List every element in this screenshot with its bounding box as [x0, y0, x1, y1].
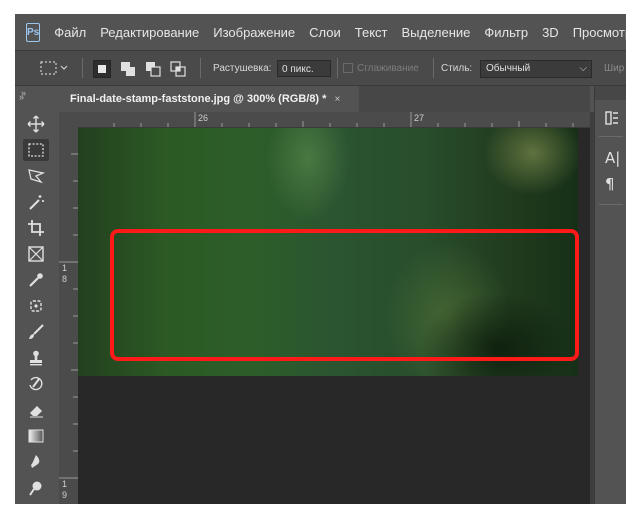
gradient-tool[interactable] — [23, 425, 49, 447]
healing-brush-icon — [30, 300, 42, 312]
photoshop-logo-icon: Ps — [26, 22, 41, 42]
history-panel-glyph — [605, 111, 618, 125]
add-selection-icon — [121, 62, 135, 76]
rect-marquee-icon — [28, 143, 44, 157]
ruler-vertical-ticks — [59, 153, 78, 479]
smudge-tool[interactable] — [23, 451, 49, 473]
ruler-label: 8 — [62, 274, 68, 284]
options-separator — [82, 58, 83, 78]
ruler-origin[interactable] — [59, 112, 78, 127]
collapse-arrows-icon[interactable]: » — [19, 92, 24, 102]
options-bar: Растушевка: 0 пикс. Сглаживание Стиль: О… — [15, 50, 626, 86]
tool-preset-picker[interactable] — [39, 51, 69, 85]
ruler-horizontal[interactable]: 26 27 — [78, 112, 590, 128]
paragraph-icon[interactable]: ¶ — [605, 175, 615, 193]
width-label-truncated: Шир — [604, 62, 625, 74]
tools-panel: » — [15, 86, 60, 504]
rect-marquee-tool[interactable] — [23, 139, 49, 161]
options-separator — [200, 58, 201, 78]
panel-separator — [599, 204, 623, 205]
brush-icon — [29, 324, 44, 339]
menu-select[interactable]: Выделение — [395, 25, 478, 40]
chevron-down-icon: ⌵ — [579, 63, 587, 74]
ruler-label: 27 — [414, 113, 425, 123]
style-label: Стиль: — [441, 62, 473, 74]
antialias-checkbox-box — [343, 63, 353, 73]
feather-input[interactable]: 0 пикс. — [277, 60, 331, 77]
menu-type[interactable]: Текст — [348, 25, 395, 40]
antialias-checkbox[interactable]: Сглаживание — [343, 51, 419, 85]
ruler-label: 26 — [198, 113, 209, 123]
ruler-label: 1 — [62, 479, 68, 489]
magic-wand-icon — [29, 195, 44, 210]
menu-3d[interactable]: 3D — [535, 25, 566, 40]
right-panel-strip: A| ¶ — [594, 86, 626, 504]
eraser-icon — [30, 406, 43, 418]
menu-file[interactable]: Файл — [47, 25, 93, 40]
new-selection-icon — [98, 65, 106, 73]
menu-view[interactable]: Просмотр — [566, 25, 626, 40]
ruler-vertical[interactable]: 1 8 1 9 — [59, 127, 79, 504]
options-separator — [337, 58, 338, 78]
eyedropper-icon — [29, 273, 43, 287]
panel-header — [595, 86, 626, 100]
style-select[interactable]: Обычный ⌵ — [480, 60, 592, 78]
intersect-selection-icon — [170, 61, 186, 77]
character-icon[interactable]: A| — [605, 149, 620, 167]
document-tab-title: Final-date-stamp-faststone.jpg @ 300% (R… — [70, 93, 327, 105]
lasso-icon — [28, 169, 45, 184]
photoshop-window: Ps Файл Редактирование Изображение Слои … — [15, 14, 626, 504]
healing-brush-tool[interactable] — [23, 295, 49, 317]
eyedropper-tool[interactable] — [23, 269, 49, 291]
brush-tool[interactable] — [23, 321, 49, 343]
ruler-horizontal-ticks — [113, 112, 574, 127]
highlight-frame — [110, 229, 579, 361]
history-icon[interactable] — [605, 110, 619, 130]
antialias-label: Сглаживание — [357, 62, 419, 74]
panel-separator — [599, 136, 623, 137]
crop-tool[interactable] — [23, 217, 49, 239]
ruler-label: 9 — [62, 490, 68, 500]
menu-layers[interactable]: Слои — [302, 25, 348, 40]
gradient-icon — [28, 429, 44, 443]
document-tab-strip: » Final-date-stamp-faststone.jpg @ 300% … — [19, 86, 590, 112]
menu-edit[interactable]: Редактирование — [93, 25, 206, 40]
close-icon[interactable]: × — [334, 94, 340, 105]
eraser-tool[interactable] — [23, 399, 49, 421]
add-to-selection-button[interactable] — [119, 60, 137, 78]
style-select-value: Обычный — [486, 63, 531, 74]
ruler-label: 1 — [62, 263, 68, 273]
move-icon — [27, 115, 45, 133]
frame-tool[interactable] — [23, 243, 49, 265]
clone-stamp-tool[interactable] — [23, 347, 49, 369]
new-selection-button[interactable] — [93, 60, 111, 78]
crop-icon — [28, 220, 44, 236]
feather-label: Растушевка: — [213, 62, 272, 74]
document-tab[interactable]: Final-date-stamp-faststone.jpg @ 300% (R… — [59, 86, 359, 112]
rect-marquee-preset-icon — [40, 61, 68, 75]
history-brush-icon — [29, 376, 43, 391]
dodge-icon — [29, 481, 42, 496]
magic-wand-tool[interactable] — [23, 191, 49, 213]
smudge-icon — [31, 455, 40, 468]
frame-icon — [28, 246, 44, 262]
history-brush-tool[interactable] — [23, 373, 49, 395]
subtract-selection-icon — [146, 62, 161, 77]
lasso-tool[interactable] — [23, 165, 49, 187]
options-separator — [433, 58, 434, 78]
subtract-from-selection-button[interactable] — [144, 60, 162, 78]
clone-stamp-icon — [30, 350, 42, 366]
intersect-selection-button[interactable] — [169, 60, 187, 78]
move-tool[interactable] — [23, 113, 49, 135]
menu-bar: Ps Файл Редактирование Изображение Слои … — [15, 14, 626, 50]
menu-image[interactable]: Изображение — [206, 25, 302, 40]
document-canvas[interactable] — [78, 128, 590, 504]
dodge-tool[interactable] — [23, 477, 49, 499]
menu-filter[interactable]: Фильтр — [477, 25, 535, 40]
